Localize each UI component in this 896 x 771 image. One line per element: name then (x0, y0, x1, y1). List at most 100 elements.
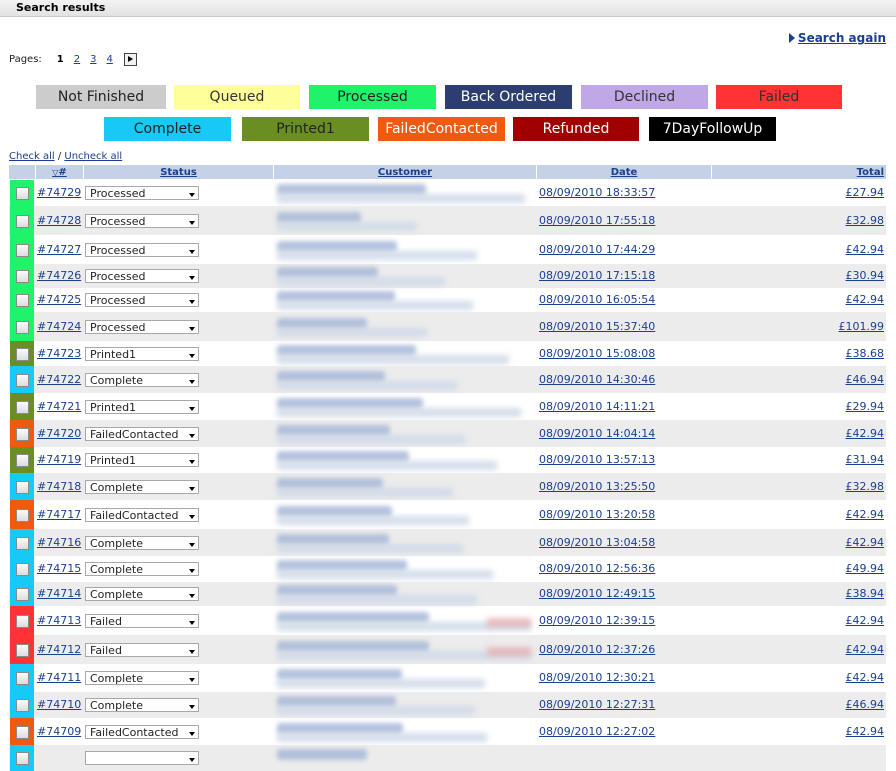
order-total-link[interactable]: £27.94 (846, 186, 885, 199)
row-checkbox[interactable] (16, 321, 29, 334)
order-id-link[interactable]: #74723 (37, 347, 81, 360)
order-total-link[interactable]: £46.94 (846, 373, 885, 386)
order-date-link[interactable]: 08/09/2010 13:20:58 (539, 508, 655, 521)
order-id-link[interactable]: #74718 (37, 480, 81, 493)
order-id-link[interactable]: #74719 (37, 453, 81, 466)
order-id-link[interactable]: #74722 (37, 373, 81, 386)
row-checkbox[interactable] (16, 672, 29, 685)
status-select[interactable]: Complete (85, 562, 199, 576)
row-checkbox[interactable] (16, 294, 29, 307)
row-checkbox[interactable] (16, 374, 29, 387)
order-id-link[interactable]: #74728 (37, 214, 81, 227)
order-total-link[interactable]: £32.98 (846, 214, 885, 227)
order-total-link[interactable]: £29.94 (846, 400, 885, 413)
order-date-link[interactable]: 08/09/2010 14:11:21 (539, 400, 655, 413)
status-select[interactable]: Printed1 (85, 347, 199, 361)
order-id-link[interactable]: #74714 (37, 587, 81, 600)
order-total-link[interactable]: £42.94 (846, 671, 885, 684)
order-id-link[interactable]: #74716 (37, 536, 81, 549)
order-total-link[interactable]: £31.94 (846, 453, 885, 466)
status-select[interactable]: Failed (85, 643, 199, 657)
order-date-link[interactable]: 08/09/2010 16:05:54 (539, 293, 655, 306)
row-checkbox[interactable] (16, 588, 29, 601)
row-checkbox[interactable] (16, 509, 29, 522)
page-link-4[interactable]: 4 (107, 54, 113, 65)
order-id-link[interactable]: #74726 (37, 269, 81, 282)
status-select[interactable]: Complete (85, 587, 199, 601)
row-checkbox[interactable] (16, 428, 29, 441)
row-checkbox[interactable] (16, 615, 29, 628)
row-checkbox[interactable] (16, 454, 29, 467)
status-select[interactable] (85, 751, 199, 765)
row-checkbox[interactable] (16, 187, 29, 200)
status-select[interactable]: Printed1 (85, 400, 199, 414)
order-id-link[interactable]: #74717 (37, 508, 81, 521)
header-date[interactable]: Date (536, 165, 711, 179)
uncheck-all-link[interactable]: Uncheck all (64, 151, 122, 162)
order-total-link[interactable]: £42.94 (846, 427, 885, 440)
order-date-link[interactable]: 08/09/2010 17:55:18 (539, 214, 655, 227)
order-id-link[interactable]: #74710 (37, 698, 81, 711)
order-total-link[interactable]: £42.94 (846, 643, 885, 656)
status-select[interactable]: Complete (85, 698, 199, 712)
page-link-3[interactable]: 3 (90, 54, 96, 65)
order-id-link[interactable]: #74729 (37, 186, 81, 199)
status-select[interactable]: Processed (85, 269, 199, 283)
header-customer[interactable]: Customer (273, 165, 536, 179)
order-id-link[interactable]: #74711 (37, 671, 81, 684)
order-total-link[interactable]: £42.94 (846, 508, 885, 521)
order-total-link[interactable]: £30.94 (846, 269, 885, 282)
order-date-link[interactable]: 08/09/2010 15:37:40 (539, 320, 655, 333)
status-select[interactable]: Processed (85, 320, 199, 334)
row-checkbox[interactable] (16, 563, 29, 576)
header-total[interactable]: Total (711, 165, 886, 179)
order-total-link[interactable]: £38.94 (846, 587, 885, 600)
row-checkbox[interactable] (16, 537, 29, 550)
order-date-link[interactable]: 08/09/2010 17:15:18 (539, 269, 655, 282)
order-date-link[interactable]: 08/09/2010 15:08:08 (539, 347, 655, 360)
status-select[interactable]: Complete (85, 536, 199, 550)
order-date-link[interactable]: 08/09/2010 13:04:58 (539, 536, 655, 549)
order-date-link[interactable]: 08/09/2010 12:27:02 (539, 725, 655, 738)
status-select[interactable]: Processed (85, 186, 199, 200)
row-checkbox[interactable] (16, 244, 29, 257)
row-checkbox[interactable] (16, 215, 29, 228)
status-select[interactable]: FailedContacted (85, 508, 199, 522)
row-checkbox[interactable] (16, 270, 29, 283)
order-id-link[interactable]: #74727 (37, 243, 81, 256)
order-date-link[interactable]: 08/09/2010 13:57:13 (539, 453, 655, 466)
order-date-link[interactable]: 08/09/2010 12:30:21 (539, 671, 655, 684)
row-checkbox[interactable] (16, 348, 29, 361)
order-total-link[interactable]: £42.94 (846, 243, 885, 256)
order-total-link[interactable]: £32.98 (846, 480, 885, 493)
row-checkbox[interactable] (16, 699, 29, 712)
next-page-icon[interactable] (123, 52, 137, 66)
order-date-link[interactable]: 08/09/2010 14:30:46 (539, 373, 655, 386)
order-id-link[interactable]: #74720 (37, 427, 81, 440)
page-link-2[interactable]: 2 (74, 54, 80, 65)
order-id-link[interactable]: #74724 (37, 320, 81, 333)
order-date-link[interactable]: 08/09/2010 18:33:57 (539, 186, 655, 199)
status-select[interactable]: Complete (85, 373, 199, 387)
order-date-link[interactable]: 08/09/2010 12:27:31 (539, 698, 655, 711)
order-total-link[interactable]: £49.94 (846, 562, 885, 575)
order-date-link[interactable]: 08/09/2010 12:56:36 (539, 562, 655, 575)
order-total-link[interactable]: £42.94 (846, 536, 885, 549)
row-checkbox[interactable] (16, 401, 29, 414)
order-date-link[interactable]: 08/09/2010 12:37:26 (539, 643, 655, 656)
order-id-link[interactable]: #74721 (37, 400, 81, 413)
row-checkbox[interactable] (16, 752, 29, 765)
order-id-link[interactable]: #74715 (37, 562, 81, 575)
order-date-link[interactable]: 08/09/2010 17:44:29 (539, 243, 655, 256)
status-select[interactable]: Printed1 (85, 453, 199, 467)
row-checkbox[interactable] (16, 481, 29, 494)
search-again-link[interactable]: Search again (788, 31, 886, 45)
order-id-link[interactable]: #74709 (37, 725, 81, 738)
status-select[interactable]: FailedContacted (85, 725, 199, 739)
row-checkbox[interactable] (16, 644, 29, 657)
status-select[interactable]: FailedContacted (85, 427, 199, 441)
order-id-link[interactable]: #74712 (37, 643, 81, 656)
order-id-link[interactable]: #74725 (37, 293, 81, 306)
order-date-link[interactable]: 08/09/2010 13:25:50 (539, 480, 655, 493)
status-select[interactable]: Failed (85, 614, 199, 628)
